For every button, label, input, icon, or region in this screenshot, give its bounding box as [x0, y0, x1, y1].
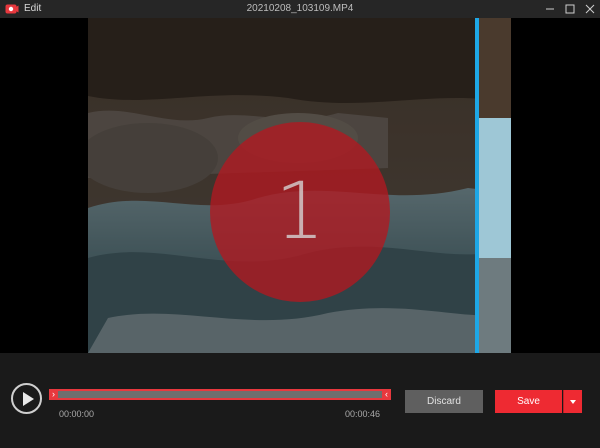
title-bar: Edit 20210208_103109.MP4 — [0, 0, 600, 18]
playhead-line — [475, 18, 479, 353]
countdown-number: 1 — [275, 167, 325, 257]
minimize-icon — [546, 8, 554, 10]
maximize-icon — [565, 4, 575, 14]
minimize-button[interactable] — [539, 0, 561, 18]
file-name-title: 20210208_103109.MP4 — [246, 3, 354, 14]
maximize-button[interactable] — [559, 0, 581, 18]
trim-end-handle[interactable]: ‹ — [382, 389, 391, 400]
video-next-frame — [478, 18, 511, 353]
trim-timeline[interactable]: › ‹ — [49, 389, 391, 400]
discard-button[interactable]: Discard — [405, 390, 483, 413]
app-title: Edit — [24, 3, 42, 14]
app-record-icon — [5, 4, 19, 14]
trim-start-handle[interactable]: › — [49, 389, 58, 400]
end-time: 00:00:46 — [345, 409, 381, 419]
save-options-dropdown[interactable] — [563, 390, 582, 413]
close-icon — [585, 4, 595, 14]
video-stage: 1 — [0, 18, 600, 353]
save-button[interactable]: Save — [495, 390, 562, 413]
countdown-overlay: 1 — [210, 122, 390, 302]
control-bar: › ‹ 00:00:00 00:00:46 Discard Save — [0, 353, 600, 448]
start-time: 00:00:00 — [59, 409, 95, 419]
play-button[interactable] — [11, 383, 42, 414]
close-button[interactable] — [579, 0, 600, 18]
